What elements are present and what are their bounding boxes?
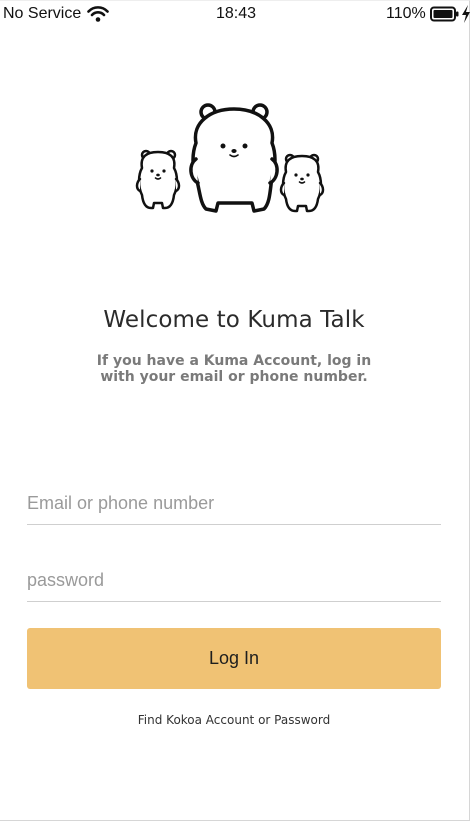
bear-family-icon: [135, 103, 325, 213]
charging-icon: [462, 5, 470, 23]
battery-percentage: 110%: [386, 5, 426, 22]
page-title: Welcome to Kuma Talk: [103, 307, 365, 333]
status-bar: No Service 18:43 110%: [0, 0, 472, 30]
email-input[interactable]: [27, 483, 441, 525]
password-input[interactable]: [27, 560, 441, 602]
battery-icon: [430, 6, 459, 22]
find-account-link[interactable]: Find Kokoa Account or Password: [0, 713, 468, 727]
login-button[interactable]: Log In: [27, 628, 441, 689]
page-subtitle: If you have a Kuma Account, log in with …: [96, 353, 372, 385]
